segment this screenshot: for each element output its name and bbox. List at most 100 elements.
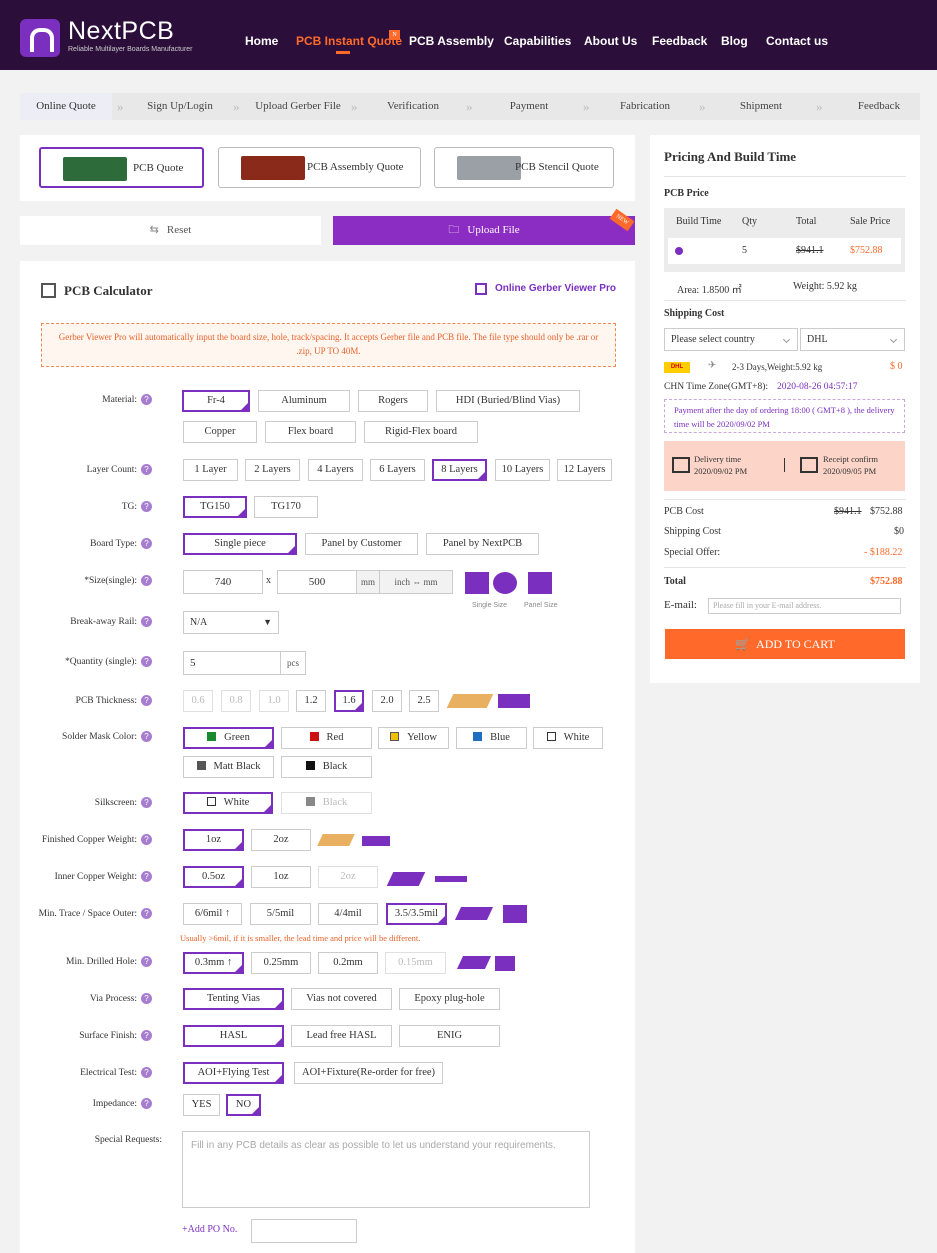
material-flex-board[interactable]: Flex board: [265, 421, 356, 443]
thickness-0-6[interactable]: 0.6: [183, 690, 213, 712]
nav-contact-us[interactable]: Contact us: [766, 34, 828, 48]
rail-select[interactable]: N/A ▼: [183, 611, 279, 634]
board-panel-nextpcb[interactable]: Panel by NextPCB: [426, 533, 539, 555]
impedance-yes[interactable]: YES: [183, 1094, 220, 1116]
icopper-1oz[interactable]: 1oz: [251, 866, 311, 888]
layer-1[interactable]: 1 Layer: [183, 459, 238, 481]
logo-icon[interactable]: [20, 19, 60, 57]
nav-home[interactable]: Home: [245, 34, 278, 48]
thickness-1-6[interactable]: 1.6: [334, 690, 364, 712]
tab-pcb-assembly-quote[interactable]: PCB Assembly Quote: [218, 147, 421, 188]
nav-about-us[interactable]: About Us: [584, 34, 637, 48]
hole-0-25mm[interactable]: 0.25mm: [251, 952, 311, 974]
material-hdi[interactable]: HDI (Buried/Blind Vias): [436, 390, 580, 412]
solder-yellow[interactable]: Yellow: [378, 727, 449, 749]
layer-6[interactable]: 6 Layers: [370, 459, 425, 481]
nav-capabilities[interactable]: Capabilities: [504, 34, 571, 48]
surface-enig[interactable]: ENIG: [399, 1025, 500, 1047]
upload-file-button[interactable]: 🗀 Upload File NEW: [333, 208, 635, 245]
nav-blog[interactable]: Blog: [721, 34, 748, 48]
step-verification: Verification: [387, 100, 439, 112]
board-panel-customer[interactable]: Panel by Customer: [305, 533, 418, 555]
etest-aoi-fixture[interactable]: AOI+Fixture(Re-order for free): [294, 1062, 443, 1084]
shipping-price: $ 0: [890, 361, 903, 372]
folder-plus-icon: 🗀: [448, 224, 460, 236]
fcopper-1oz[interactable]: 1oz: [183, 829, 244, 851]
material-rigid-flex[interactable]: Rigid-Flex board: [364, 421, 478, 443]
impedance-no[interactable]: NO: [226, 1094, 261, 1116]
solder-black[interactable]: Black: [281, 756, 372, 778]
trace-5mil[interactable]: 5/5mil: [250, 903, 311, 925]
help-icon: ?: [141, 464, 152, 475]
hole-0-15mm[interactable]: 0.15mm: [385, 952, 446, 974]
carrier-select[interactable]: DHL: [800, 328, 905, 351]
material-rogers[interactable]: Rogers: [358, 390, 428, 412]
trace-6mil[interactable]: 6/6mil ↑: [183, 903, 242, 925]
email-input[interactable]: Please fill in your E-mail address.: [708, 598, 901, 614]
solder-green[interactable]: Green: [183, 727, 274, 749]
tab-pcb-quote[interactable]: PCB Quote: [39, 147, 204, 188]
inner-copper-label: Inner Copper Weight:?: [22, 871, 152, 882]
thickness-0-8[interactable]: 0.8: [221, 690, 251, 712]
thickness-2-5[interactable]: 2.5: [409, 690, 439, 712]
board-single-piece[interactable]: Single piece: [183, 533, 297, 555]
divider: [664, 176, 906, 177]
size-height-input[interactable]: 500: [277, 570, 357, 594]
silk-black[interactable]: Black: [281, 792, 372, 814]
icopper-2oz[interactable]: 2oz: [318, 866, 378, 888]
via-epoxy-plug[interactable]: Epoxy plug-hole: [399, 988, 500, 1010]
pcb-cost-old: $941.1: [834, 506, 862, 517]
special-offer-label: Special Offer:: [664, 547, 721, 558]
quantity-input[interactable]: 5: [183, 651, 281, 675]
surface-hasl[interactable]: HASL: [183, 1025, 284, 1047]
via-not-covered[interactable]: Vias not covered: [291, 988, 392, 1010]
trace-3-5mil[interactable]: 3.5/3.5mil: [386, 903, 447, 925]
gerber-notice: Gerber Viewer Pro will automatically inp…: [41, 323, 616, 367]
nav-feedback[interactable]: Feedback: [652, 34, 707, 48]
etest-aoi-flying[interactable]: AOI+Flying Test: [183, 1062, 284, 1084]
hole-0-2mm[interactable]: 0.2mm: [318, 952, 378, 974]
fcopper-2oz[interactable]: 2oz: [251, 829, 311, 851]
add-po-link[interactable]: +Add PO No.: [182, 1224, 237, 1235]
nav-pcb-assembly[interactable]: PCB Assembly: [409, 34, 494, 48]
via-tenting[interactable]: Tenting Vias: [183, 988, 284, 1010]
layer-2[interactable]: 2 Layers: [245, 459, 300, 481]
online-gerber-viewer-link[interactable]: Online Gerber Viewer Pro: [495, 283, 616, 294]
special-requests-textarea[interactable]: Fill in any PCB details as clear as poss…: [182, 1131, 590, 1208]
email-label: E-mail:: [664, 599, 697, 611]
unit-convert-button[interactable]: inch ⇔ mm: [379, 570, 453, 594]
material-fr4[interactable]: Fr-4: [182, 390, 250, 412]
nav-pcb-instant-quote[interactable]: PCB Instant Quote: [296, 34, 402, 48]
trace-4mil[interactable]: 4/4mil: [318, 903, 378, 925]
layer-8[interactable]: 8 Layers: [432, 459, 487, 481]
thickness-1-2[interactable]: 1.2: [296, 690, 326, 712]
delivery-label: Delivery time: [694, 454, 741, 464]
chevron-right-icon: »: [117, 99, 124, 114]
logo-name[interactable]: NextPCB: [68, 17, 174, 46]
surface-lead-free-hasl[interactable]: Lead free HASL: [291, 1025, 392, 1047]
thickness-1-0[interactable]: 1.0: [259, 690, 289, 712]
silk-white[interactable]: White: [183, 792, 273, 814]
size-width-input[interactable]: 740: [183, 570, 263, 594]
solder-blue[interactable]: Blue: [456, 727, 527, 749]
reset-button[interactable]: ⇆ Reset: [20, 216, 321, 245]
icopper-0-5oz[interactable]: 0.5oz: [183, 866, 244, 888]
material-copper[interactable]: Copper: [183, 421, 257, 443]
thickness-2-0[interactable]: 2.0: [372, 690, 402, 712]
layer-12[interactable]: 12 Layers: [557, 459, 612, 481]
hole-0-3mm[interactable]: 0.3mm ↑: [183, 952, 244, 974]
material-aluminum[interactable]: Aluminum: [258, 390, 350, 412]
tg-150[interactable]: TG150: [183, 496, 247, 518]
layer-4[interactable]: 4 Layers: [308, 459, 363, 481]
solder-white[interactable]: White: [533, 727, 603, 749]
solder-red[interactable]: Red: [281, 727, 372, 749]
po-number-input[interactable]: [251, 1219, 357, 1243]
solder-matt-black[interactable]: Matt Black: [183, 756, 274, 778]
logo-tagline: Reliable Multilayer Boards Manufacturer: [68, 46, 193, 53]
country-select[interactable]: Please select country: [664, 328, 798, 351]
layer-10[interactable]: 10 Layers: [495, 459, 550, 481]
add-to-cart-button[interactable]: 🛒 ADD TO CART: [665, 629, 905, 659]
tg-170[interactable]: TG170: [254, 496, 318, 518]
tab-pcb-stencil-quote[interactable]: PCB Stencil Quote: [434, 147, 614, 188]
layer-count-label: Layer Count:?: [22, 464, 152, 475]
